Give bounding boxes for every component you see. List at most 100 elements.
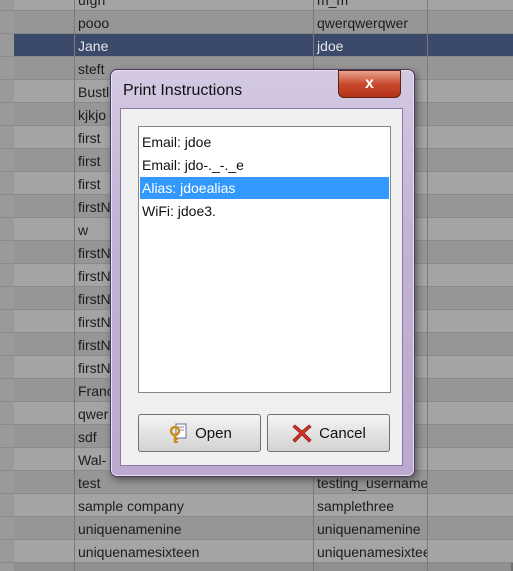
name-cell: pooo (74, 11, 313, 34)
table-cell (427, 287, 513, 310)
table-cell (14, 11, 74, 34)
table-cell (427, 517, 513, 540)
name-cell-text: firstN (78, 268, 111, 284)
table-cell (14, 218, 74, 241)
name-cell-text: sample company (78, 498, 184, 514)
table-cell (427, 195, 513, 218)
username-cell-text: jdoe (317, 38, 344, 54)
table-cell (14, 540, 74, 563)
table-row[interactable]: sample company samplethree (0, 494, 513, 517)
table-cell (427, 448, 513, 471)
username-cell: samplethree (313, 494, 427, 517)
table-cell (14, 471, 74, 494)
instructions-listbox[interactable]: Email: jdoe Email: jdo-._-._e Alias: jdoea… (138, 126, 391, 393)
table-cell (427, 149, 513, 172)
name-cell-text: firstN (78, 199, 111, 215)
key-document-icon (167, 422, 189, 444)
close-button[interactable]: x (338, 70, 401, 98)
name-cell: uniquenamesixteen (74, 540, 313, 563)
name-cell-text: Bustl (78, 84, 110, 100)
dialog-client-area: Email: jdoe Email: jdo-._-._e Alias: jdoea… (120, 108, 403, 466)
name-cell-text: firstN (78, 314, 111, 330)
table-cell (14, 264, 74, 287)
name-cell-text: Jane (78, 38, 109, 54)
table-cell (427, 264, 513, 287)
column-divider (427, 0, 428, 571)
name-cell-text: sdf (78, 429, 97, 445)
table-cell (14, 448, 74, 471)
table-cell (427, 356, 513, 379)
table-cell (427, 540, 513, 563)
table-cell (14, 195, 74, 218)
table-cell (427, 57, 513, 80)
table-cell (14, 333, 74, 356)
table-cell (427, 241, 513, 264)
list-item[interactable]: WiFi: jdoe3. (140, 200, 389, 222)
name-cell-text: first (78, 153, 101, 169)
list-item[interactable]: Email: jdo-._-._e (140, 154, 389, 176)
open-button[interactable]: Open (138, 414, 261, 452)
list-item[interactable]: Alias: jdoealias (140, 177, 389, 199)
list-item-label: Alias: jdoealias (142, 180, 236, 196)
name-cell-text: steft (78, 61, 105, 77)
table-cell (14, 57, 74, 80)
name-cell-text: test (78, 475, 101, 491)
table-row[interactable]: pooo qwerqwerqwer (0, 11, 513, 34)
name-cell-text: first (78, 130, 101, 146)
table-cell (427, 379, 513, 402)
name-cell-text: uniquenamenine (78, 521, 182, 537)
table-cell (427, 103, 513, 126)
username-cell: jdoe (313, 34, 427, 57)
cancel-button[interactable]: Cancel (267, 414, 390, 452)
column-divider (74, 0, 75, 571)
table-cell (427, 494, 513, 517)
name-cell-text: ufgh (78, 0, 106, 8)
table-row[interactable]: Jane jdoe (0, 34, 513, 57)
table-cell (427, 425, 513, 448)
table-cell (427, 11, 513, 34)
table-row[interactable]: ufgh m_m (0, 0, 513, 11)
print-instructions-dialog: Print Instructions x Email: jdoe Email: j… (110, 69, 415, 477)
table-row[interactable]: uniquenamenine uniquenamenine (0, 517, 513, 540)
dialog-title: Print Instructions (123, 82, 243, 99)
table-cell (14, 379, 74, 402)
name-cell-text: firstN (78, 291, 111, 307)
table-cell (427, 34, 513, 57)
table-cell (427, 471, 513, 494)
table-cell (14, 425, 74, 448)
username-cell: uniquenamesixteen (313, 540, 438, 563)
list-item-label: Email: jdo-._-._e (142, 157, 244, 173)
username-cell-text: samplethree (317, 498, 395, 514)
name-cell: Jane (74, 34, 313, 57)
table-cell (14, 494, 74, 517)
red-x-icon (291, 422, 313, 444)
table-cell (427, 80, 513, 103)
table-cell (14, 103, 74, 126)
name-cell-text: firstN (78, 245, 111, 261)
name-cell: sample company (74, 494, 313, 517)
name-cell-text: uniquenamesixteen (78, 544, 200, 560)
table-cell (427, 333, 513, 356)
table-cell (14, 149, 74, 172)
name-cell-text: firstN (78, 360, 111, 376)
table-cell (14, 241, 74, 264)
table-cell (427, 218, 513, 241)
table-cell (427, 172, 513, 195)
name-cell-text: w (78, 222, 89, 238)
cancel-button-label: Cancel (319, 424, 366, 442)
table-cell (427, 402, 513, 425)
list-item-label: Email: jdoe (142, 134, 212, 150)
table-row[interactable]: uniquenamesixteen uniquenamesixteen (0, 540, 513, 563)
close-icon: x (365, 75, 374, 92)
username-cell-text: uniquenamenine (317, 521, 421, 537)
table-cell (14, 356, 74, 379)
table-cell (14, 34, 74, 57)
name-cell-text: qwer (78, 406, 109, 422)
table-cell (14, 80, 74, 103)
name-cell-text: first (78, 176, 101, 192)
list-item[interactable]: Email: jdoe (140, 131, 389, 153)
table-cell (14, 287, 74, 310)
name-cell-text: Wal- (78, 452, 107, 468)
name-cell-text: Franc (78, 383, 114, 399)
name-cell-text: kjkjo (78, 107, 107, 123)
